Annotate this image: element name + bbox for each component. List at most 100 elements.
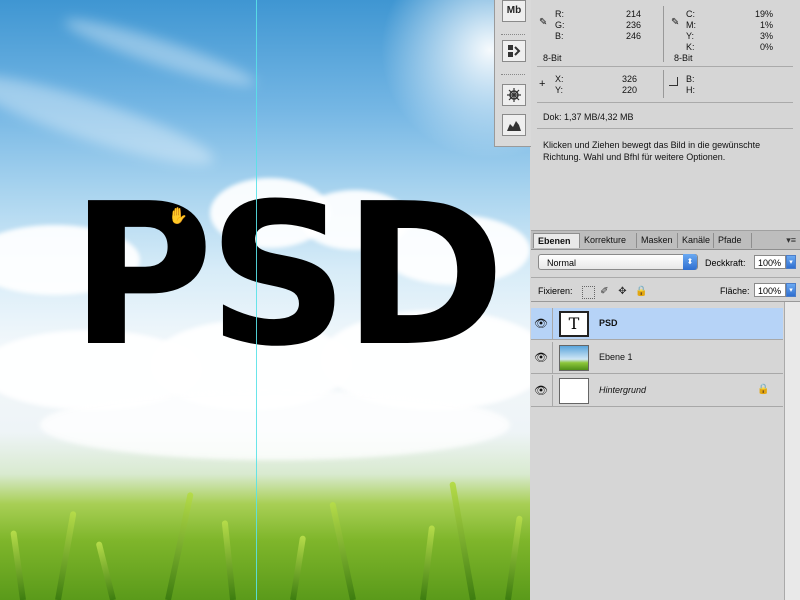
info-m-label: M:	[686, 20, 696, 30]
fill-input[interactable]: 100%	[754, 283, 786, 297]
panel-tabs: Ebenen Korrekture Masken Kanäle Pfade ▾≡	[531, 231, 800, 250]
layer-name: Hintergrund	[599, 385, 647, 395]
info-x-value: 326	[621, 74, 637, 84]
background-layer-thumbnail	[559, 378, 589, 404]
strip-separator	[501, 74, 525, 77]
crosshair-icon: +	[539, 78, 546, 90]
info-cmyk-bits: 8-Bit	[674, 53, 693, 63]
grass-blade	[505, 515, 523, 600]
grass-blade	[55, 510, 77, 600]
grass-blade	[290, 535, 307, 600]
layers-scrollbar[interactable]	[784, 302, 800, 600]
fill-dropdown-arrow[interactable]: ▾	[786, 283, 796, 297]
grass-blade	[329, 501, 356, 600]
tab-pfade[interactable]: Pfade	[714, 233, 752, 248]
grass-blade	[449, 481, 476, 600]
layer-name: Ebene 1	[599, 352, 633, 362]
eyedropper-icon: ✎	[671, 17, 680, 28]
layer-row-hintergrund[interactable]: 👁 Hintergrund 🔒	[531, 375, 783, 407]
eye-icon[interactable]: 👁	[533, 317, 549, 331]
opacity-label: Deckkraft:	[705, 258, 746, 268]
info-divider	[537, 102, 793, 103]
panel-icon-strip: Mb	[494, 0, 532, 147]
grass-blade	[221, 520, 236, 600]
layer-row-psd[interactable]: 👁 T PSD	[531, 308, 783, 340]
info-width-label: B:	[686, 74, 695, 84]
updown-arrow-icon: ⬍	[683, 254, 697, 270]
info-panel: ✎ R: 214 G: 236 B: 246 8-Bit ✎ C: 19% M:…	[531, 0, 800, 231]
layer-row-ebene-1[interactable]: 👁 Ebene 1	[531, 342, 783, 374]
text-layer-thumbnail: T	[559, 311, 589, 337]
info-r-label: R:	[555, 9, 564, 19]
hand-cursor-icon: ✋	[168, 208, 188, 225]
mini-bridge-button[interactable]: Mb	[502, 0, 526, 22]
tab-ebenen[interactable]: Ebenen	[533, 233, 580, 248]
opacity-input[interactable]: 100%	[754, 255, 786, 269]
history-icon	[508, 45, 521, 57]
grass-blade	[10, 530, 26, 600]
info-y-coord-label: Y:	[555, 85, 564, 95]
info-rgb-bits: 8-Bit	[543, 53, 562, 63]
info-g-label: G:	[555, 20, 565, 30]
lock-label: Fixieren:	[538, 286, 573, 296]
document-canvas[interactable]: PSD ✋	[0, 0, 530, 600]
selection-size-icon	[669, 77, 678, 86]
image-layer-thumbnail	[559, 345, 589, 371]
eyedropper-icon: ✎	[539, 17, 548, 28]
tab-korrekturen[interactable]: Korrekture	[580, 233, 637, 248]
ship-wheel-icon	[507, 88, 521, 102]
panel-divider	[531, 277, 800, 278]
eye-column-divider	[552, 342, 553, 374]
info-hint-line1: Klicken und Ziehen bewegt das Bild in di…	[543, 140, 761, 150]
strip-separator	[501, 34, 525, 37]
psd-text-layer[interactable]: PSD	[70, 178, 506, 374]
info-divider	[537, 128, 793, 129]
info-k-value: 0%	[759, 42, 773, 52]
info-k-label: K:	[686, 42, 695, 52]
lock-icon: 🔒	[757, 384, 770, 395]
eye-icon[interactable]: 👁	[533, 384, 549, 398]
lock-position-icon[interactable]: ✥	[617, 286, 628, 297]
fill-label: Fläche:	[720, 286, 750, 296]
info-y-label: Y:	[686, 31, 695, 41]
info-y-value: 3%	[759, 31, 773, 41]
info-divider	[663, 70, 664, 98]
histogram-icon	[507, 121, 521, 131]
histogram-button[interactable]	[502, 114, 526, 136]
info-x-label: X:	[555, 74, 564, 84]
cloud-streak	[61, 9, 259, 96]
info-document-size: Dok: 1,37 MB/4,32 MB	[543, 112, 634, 122]
layers-panel: Ebenen Korrekture Masken Kanäle Pfade ▾≡…	[531, 231, 800, 600]
info-y-coord-value: 220	[621, 85, 637, 95]
info-b-value: 246	[625, 31, 641, 41]
panel-divider	[531, 301, 800, 302]
lock-brush-icon[interactable]: ✐	[599, 286, 610, 297]
blend-mode-select[interactable]: Normal ⬍	[538, 254, 698, 270]
info-height-label: H:	[686, 85, 695, 95]
lock-all-icon[interactable]: 🔒	[635, 286, 647, 297]
grass-blade	[420, 525, 436, 600]
tab-masken[interactable]: Masken	[637, 233, 678, 248]
blend-mode-value: Normal	[547, 258, 577, 268]
eye-icon[interactable]: 👁	[533, 351, 549, 365]
opacity-dropdown-arrow[interactable]: ▾	[786, 255, 796, 269]
panel-menu-icon[interactable]: ▾≡	[786, 235, 796, 246]
info-r-value: 214	[625, 9, 641, 19]
info-g-value: 236	[625, 20, 641, 30]
history-button[interactable]	[502, 40, 526, 62]
cloud	[40, 390, 510, 460]
info-divider	[663, 6, 664, 62]
grass-blade	[95, 541, 116, 600]
eye-column-divider	[552, 375, 553, 407]
vertical-guide[interactable]	[256, 0, 257, 600]
info-m-value: 1%	[759, 20, 773, 30]
eye-column-divider	[552, 308, 553, 340]
info-hint-line2: Richtung. Wahl und Bfhl für weitere Opti…	[543, 152, 726, 162]
info-c-label: C:	[686, 9, 695, 19]
lock-transparency-icon[interactable]	[582, 286, 595, 299]
info-b-label: B:	[555, 31, 564, 41]
info-c-value: 19%	[754, 9, 773, 19]
navigator-button[interactable]	[502, 84, 526, 106]
tab-kanaele[interactable]: Kanäle	[678, 233, 714, 248]
grass-blade	[165, 491, 194, 600]
